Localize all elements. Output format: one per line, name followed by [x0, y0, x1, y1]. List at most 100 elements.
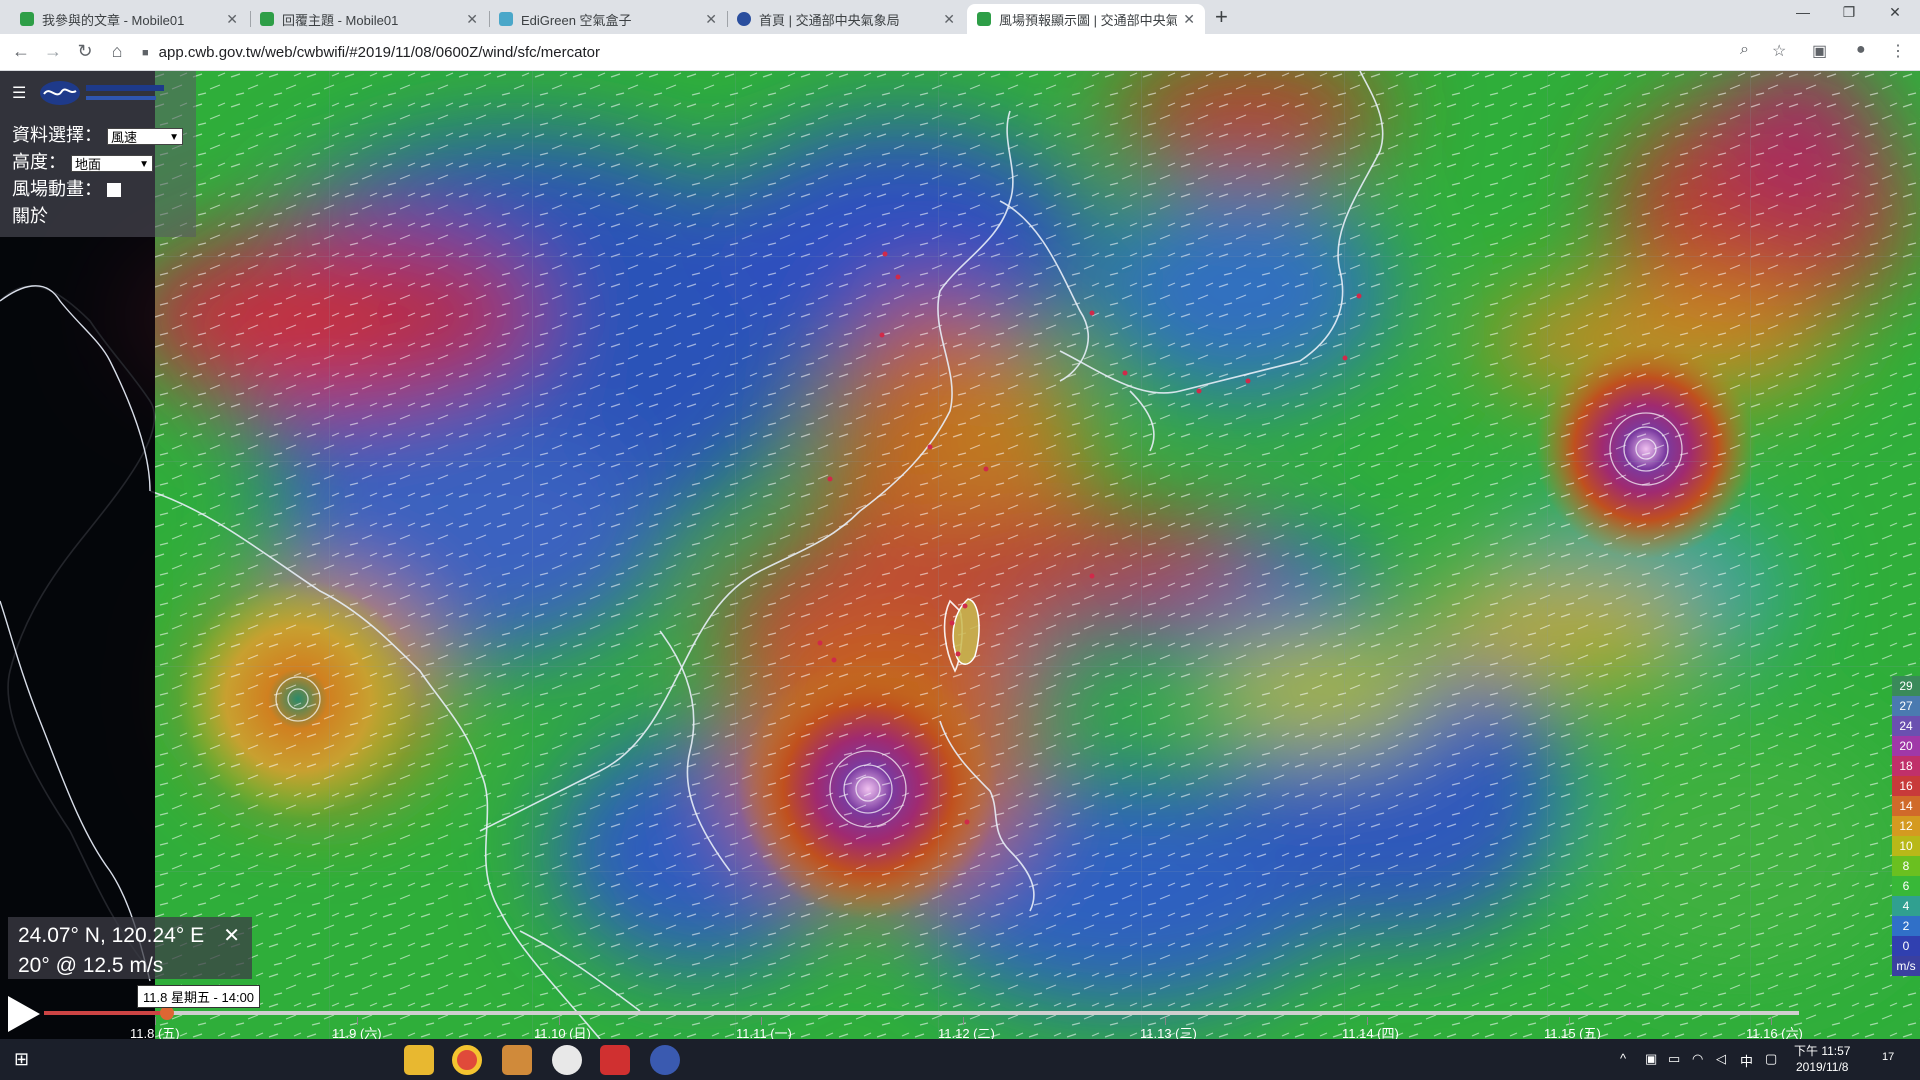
legend-swatch: 6 — [1892, 876, 1920, 896]
file-explorer-icon[interactable] — [404, 1045, 434, 1075]
legend-swatch: 27 — [1892, 696, 1920, 716]
battery-icon[interactable]: ▭ — [1668, 1051, 1680, 1067]
timeline-handle[interactable] — [159, 1006, 174, 1020]
control-panel: ☰ 資料選擇： 風速 ▼ 高度： 地面 ▼ 風場動畫： 關於 — [0, 71, 196, 237]
timeline-day-label[interactable]: 11.12 (二) — [938, 1023, 995, 1039]
timeline-day-label[interactable]: 11.11 (一) — [736, 1023, 792, 1039]
ime-indicator[interactable]: 中 — [1740, 1051, 1753, 1070]
tab-title: EdiGreen 空氣盒子 — [521, 12, 632, 28]
legend-swatch: 16 — [1892, 776, 1920, 796]
notification-count[interactable]: 17 — [1882, 1051, 1894, 1063]
close-icon[interactable]: ✕ — [226, 11, 238, 28]
animation-row: 風場動畫： — [12, 175, 122, 201]
reload-icon[interactable]: ↻ — [73, 41, 97, 62]
height-select-label: 高度： — [12, 152, 66, 172]
timeline-day-label[interactable]: 11.10 (日) — [534, 1023, 591, 1039]
browser-tab[interactable]: 我參與的文章 - Mobile01 ✕ — [10, 4, 248, 34]
timeline-progress — [44, 1011, 167, 1015]
timeline-day-label[interactable]: 11.8 (五) — [130, 1023, 180, 1039]
browser-tab[interactable]: 回覆主題 - Mobile01 ✕ — [250, 4, 488, 34]
cwb-favicon-icon — [737, 12, 751, 26]
current-time-label: 11.8 星期五 - 14:00 — [137, 985, 261, 1008]
browser-tab-active[interactable]: 風場預報顯示圖 | 交通部中央氣象 ✕ — [967, 4, 1205, 34]
back-icon[interactable]: ← — [9, 41, 33, 62]
app-icon[interactable] — [650, 1045, 680, 1075]
new-tab-icon[interactable]: + — [1215, 5, 1228, 29]
wind-value-text: 20° @ 12.5 m/s — [18, 954, 164, 977]
browser-toolbar: ← → ↻ ⌂ ■ app.cwb.gov.tw/web/cwbwifi/#20… — [0, 34, 1920, 71]
play-icon[interactable] — [8, 996, 40, 1032]
timeline-day-label[interactable]: 11.16 (六) — [1746, 1023, 1803, 1039]
height-select-dropdown[interactable]: 地面 ▼ — [71, 154, 154, 172]
zoom-icon[interactable]: ⌕ — [1740, 41, 1749, 59]
legend-swatch: 24 — [1892, 716, 1920, 736]
security-tray-icon[interactable]: ▣ — [1645, 1051, 1657, 1067]
close-icon[interactable]: ✕ — [1183, 11, 1195, 28]
tab-title: 我參與的文章 - Mobile01 — [42, 12, 185, 28]
restore-icon[interactable]: ❐ — [1826, 4, 1872, 21]
tab-title: 首頁 | 交通部中央氣象局 — [759, 12, 900, 28]
volume-icon[interactable]: ◁ — [1716, 1051, 1726, 1067]
close-icon[interactable]: ✕ — [223, 921, 240, 951]
menu-kebab-icon[interactable]: ⋮ — [1890, 41, 1906, 61]
animation-checkbox[interactable] — [107, 183, 122, 198]
about-link[interactable]: 關於 — [12, 202, 48, 228]
app-icon[interactable] — [502, 1045, 532, 1075]
app-icon[interactable] — [552, 1045, 582, 1075]
mobile01-favicon-icon — [260, 12, 274, 26]
bookmark-star-icon[interactable]: ☆ — [1772, 41, 1786, 61]
legend-swatch: 20 — [1892, 736, 1920, 756]
extension-icon[interactable]: ▣ — [1812, 41, 1827, 61]
tray-chevron-icon[interactable]: ^ — [1620, 1051, 1626, 1066]
cwb-wind-favicon-icon — [977, 12, 991, 26]
timeline-day-label[interactable]: 11.14 (四) — [1342, 1023, 1399, 1039]
network-icon[interactable]: ◠ — [1692, 1051, 1703, 1067]
lat-lon-grid — [155, 71, 1920, 1039]
coordinates-text: 24.07° N, 120.24° E — [18, 924, 205, 947]
legend-swatch: 0 — [1892, 936, 1920, 956]
cwb-logo — [38, 77, 178, 109]
clock-time: 下午 11:57 — [1794, 1044, 1851, 1058]
ime-mode-icon[interactable]: ▢ — [1765, 1051, 1777, 1067]
data-select-label: 資料選擇： — [12, 125, 102, 145]
close-icon[interactable]: ✕ — [705, 11, 717, 28]
browser-tab[interactable]: EdiGreen 空氣盒子 ✕ — [489, 4, 727, 34]
legend-swatch: 18 — [1892, 756, 1920, 776]
address-bar[interactable]: ■ app.cwb.gov.tw/web/cwbwifi/#2019/11/08… — [142, 39, 1787, 66]
lock-icon: ■ — [142, 46, 149, 59]
hamburger-menu-icon[interactable]: ☰ — [12, 83, 26, 103]
data-select-value: 風速 — [111, 129, 138, 145]
close-icon[interactable]: ✕ — [943, 11, 955, 28]
timeline-track[interactable] — [44, 1011, 1799, 1015]
forward-icon[interactable]: → — [41, 41, 65, 62]
height-select-row: 高度： 地面 ▼ — [12, 148, 154, 174]
timeline-day-label[interactable]: 11.15 (五) — [1544, 1023, 1601, 1039]
data-select-row: 資料選擇： 風速 ▼ — [12, 121, 184, 147]
home-icon[interactable]: ⌂ — [105, 41, 129, 62]
chrome-icon[interactable] — [452, 1045, 482, 1075]
animation-label: 風場動畫： — [12, 179, 102, 199]
wind-speed-legend: 29 27 24 20 18 16 14 12 10 8 6 4 2 0 m/s — [1892, 676, 1920, 976]
data-select-dropdown[interactable]: 風速 ▼ — [107, 127, 184, 145]
timeline-day-label[interactable]: 11.9 (六) — [332, 1023, 382, 1039]
timeline-day-label[interactable]: 11.13 (三) — [1140, 1023, 1197, 1039]
browser-tabbar: 我參與的文章 - Mobile01 ✕ 回覆主題 - Mobile01 ✕ Ed… — [0, 0, 1920, 34]
profile-icon[interactable]: ● — [1856, 41, 1866, 59]
legend-swatch: 4 — [1892, 896, 1920, 916]
legend-swatch: 10 — [1892, 836, 1920, 856]
close-icon[interactable]: ✕ — [466, 11, 478, 28]
legend-unit: m/s — [1892, 956, 1920, 976]
tab-title: 回覆主題 - Mobile01 — [282, 12, 399, 28]
app-icon[interactable] — [600, 1045, 630, 1075]
wind-field-map[interactable] — [0, 71, 1920, 1039]
legend-swatch: 14 — [1892, 796, 1920, 816]
system-clock[interactable]: 下午 11:57 2019/11/8 — [1794, 1043, 1850, 1075]
wind-map[interactable]: ☰ 資料選擇： 風速 ▼ 高度： 地面 ▼ 風場動畫： 關於 24.07° N, 1… — [0, 71, 1920, 1039]
windows-start-icon[interactable]: ⊞ — [14, 1049, 29, 1070]
browser-tab[interactable]: 首頁 | 交通部中央氣象局 ✕ — [727, 4, 965, 34]
minimize-icon[interactable]: — — [1780, 4, 1826, 20]
mobile01-favicon-icon — [20, 12, 34, 26]
window-close-icon[interactable]: ✕ — [1872, 4, 1918, 21]
dropdown-arrow-icon: ▼ — [139, 158, 150, 170]
height-select-value: 地面 — [75, 156, 102, 172]
